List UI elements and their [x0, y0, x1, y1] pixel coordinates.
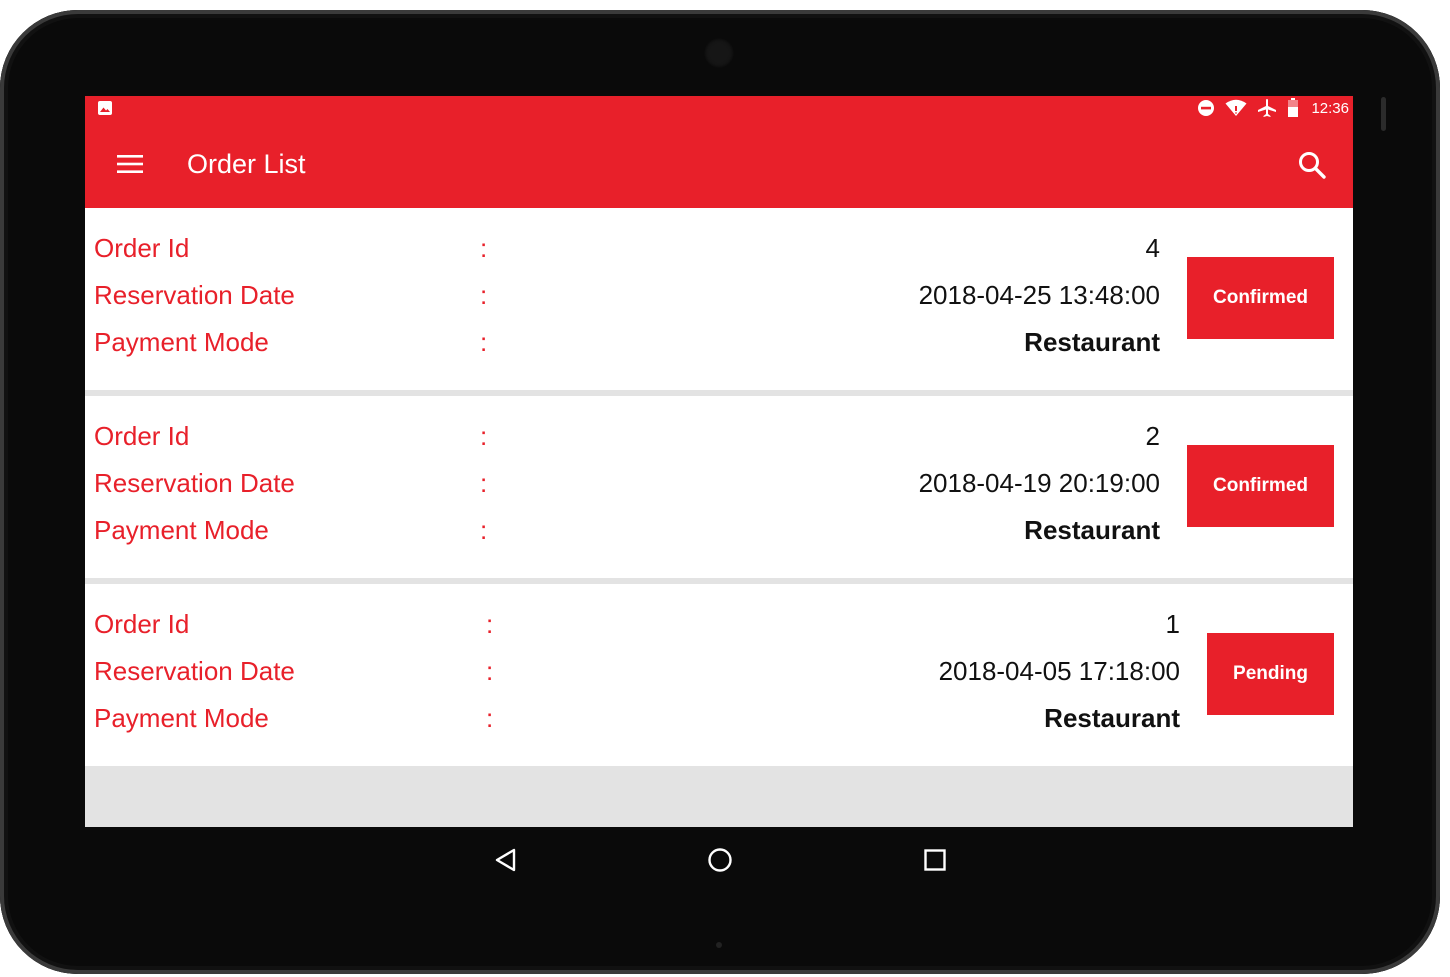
- order-id-value: 1: [1165, 609, 1180, 639]
- reservation-date-label: Reservation Date: [94, 656, 295, 686]
- order-id-value: 4: [1145, 233, 1160, 263]
- search-icon[interactable]: [1297, 150, 1327, 180]
- wifi-icon: [1225, 99, 1247, 116]
- order-card[interactable]: Order Id : 4 Reservation Date : 2018-04-…: [85, 208, 1353, 390]
- separator: :: [480, 327, 488, 357]
- battery-icon: [1288, 98, 1299, 117]
- payment-mode-label: Payment Mode: [94, 327, 269, 357]
- status-button-confirmed[interactable]: Confirmed: [1187, 445, 1334, 527]
- separator: :: [486, 656, 494, 686]
- order-id-label: Order Id: [94, 609, 190, 639]
- status-button-pending[interactable]: Pending: [1207, 633, 1334, 715]
- reservation-date-label: Reservation Date: [94, 468, 295, 498]
- order-card[interactable]: Order Id : 1 Reservation Date : 2018-04-…: [85, 584, 1353, 766]
- reservation-date-row: Reservation Date : 2018-04-19 20:19:00: [94, 466, 1160, 500]
- order-id-label: Order Id: [94, 233, 190, 263]
- reservation-date-label: Reservation Date: [94, 280, 295, 310]
- reservation-date-row: Reservation Date : 2018-04-05 17:18:00: [94, 654, 1180, 688]
- order-id-row: Order Id : 1: [94, 607, 1180, 641]
- payment-mode-row: Payment Mode : Restaurant: [94, 325, 1160, 359]
- order-id-row: Order Id : 2: [94, 419, 1160, 453]
- payment-mode-label: Payment Mode: [94, 703, 269, 733]
- payment-mode-label: Payment Mode: [94, 515, 269, 545]
- navigation-bar: [85, 827, 1353, 893]
- separator: :: [480, 233, 488, 263]
- page-title: Order List: [187, 149, 306, 179]
- order-id-label: Order Id: [94, 421, 190, 451]
- status-time: 12:36: [1311, 99, 1349, 117]
- separator: :: [480, 515, 488, 545]
- status-button-confirmed[interactable]: Confirmed: [1187, 257, 1334, 339]
- reservation-date-row: Reservation Date : 2018-04-25 13:48:00: [94, 278, 1160, 312]
- reservation-date-value: 2018-04-25 13:48:00: [918, 280, 1160, 310]
- payment-mode-row: Payment Mode : Restaurant: [94, 513, 1160, 547]
- front-camera: [704, 38, 734, 68]
- status-bar: 12:36: [85, 96, 1353, 120]
- microphone: [716, 942, 722, 948]
- separator: :: [480, 280, 488, 310]
- payment-mode-value: Restaurant: [1044, 703, 1180, 733]
- back-icon[interactable]: [493, 847, 519, 873]
- app-bar: Order List: [85, 120, 1353, 208]
- order-card[interactable]: Order Id : 2 Reservation Date : 2018-04-…: [85, 396, 1353, 578]
- reservation-date-value: 2018-04-05 17:18:00: [938, 656, 1180, 686]
- separator: :: [486, 703, 494, 733]
- side-button: [1381, 97, 1386, 131]
- image-notification-icon: [98, 101, 112, 115]
- payment-mode-value: Restaurant: [1024, 327, 1160, 357]
- order-id-value: 2: [1145, 421, 1160, 451]
- separator: :: [480, 468, 488, 498]
- separator: :: [486, 609, 494, 639]
- do-not-disturb-icon: [1198, 100, 1215, 116]
- payment-mode-value: Restaurant: [1024, 515, 1160, 545]
- order-id-row: Order Id : 4: [94, 231, 1160, 265]
- home-icon[interactable]: [707, 847, 733, 873]
- separator: :: [480, 421, 488, 451]
- recents-icon[interactable]: [922, 847, 948, 873]
- airplane-icon: [1258, 99, 1277, 117]
- reservation-date-value: 2018-04-19 20:19:00: [918, 468, 1160, 498]
- payment-mode-row: Payment Mode : Restaurant: [94, 701, 1180, 735]
- screen: 12:36 Order List Order Id : 4 Reservatio…: [85, 96, 1353, 827]
- menu-icon[interactable]: [117, 154, 143, 174]
